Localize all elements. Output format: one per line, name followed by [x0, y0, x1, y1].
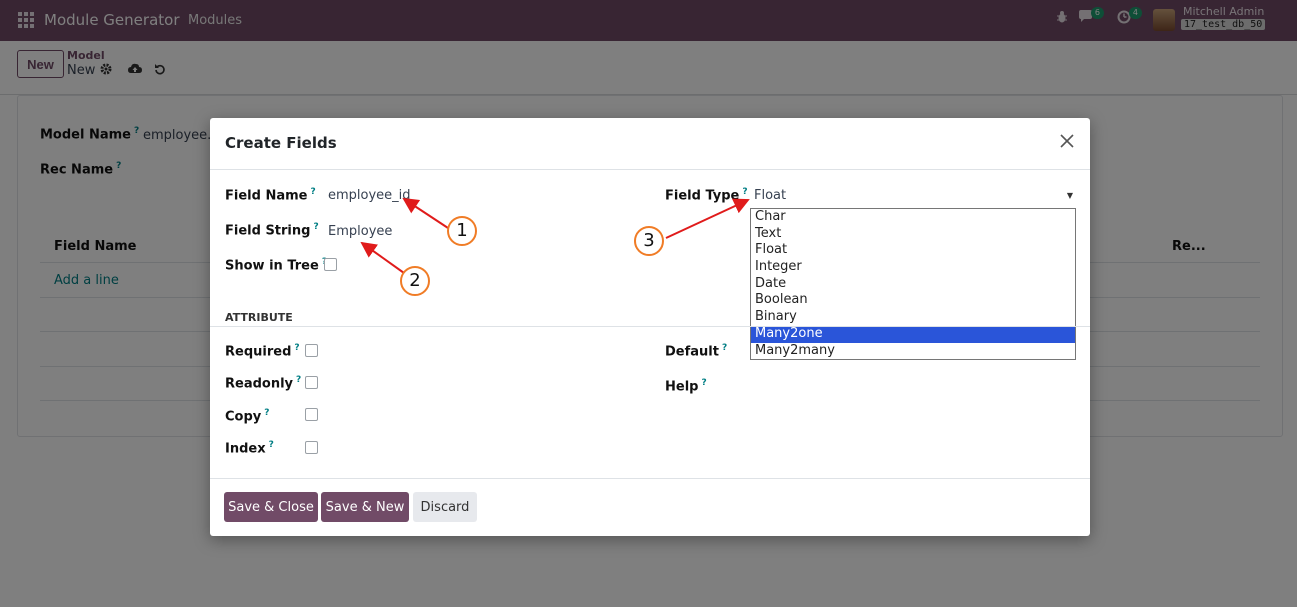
attribute-divider: [210, 326, 1090, 327]
show-in-tree-label: Show in Tree?: [225, 257, 327, 273]
help-marker: ?: [742, 187, 748, 197]
help-marker: ?: [268, 440, 274, 450]
annotation-marker-1: 1: [447, 216, 477, 246]
field-name-label: Field Name?: [225, 187, 316, 204]
readonly-label: Readonly?: [225, 375, 302, 392]
annotation-marker-2: 2: [400, 266, 430, 296]
help-marker: ?: [294, 343, 300, 353]
close-icon[interactable]: [1059, 132, 1075, 154]
dropdown-option-many2many[interactable]: Many2many: [751, 343, 1075, 360]
help-marker: ?: [264, 408, 270, 418]
dialog-title: Create Fields: [225, 134, 337, 152]
help-marker: ?: [296, 375, 302, 385]
field-type-label: Field Type?: [665, 187, 748, 204]
help-marker: ?: [313, 222, 319, 232]
index-checkbox[interactable]: [305, 441, 318, 454]
field-type-select[interactable]: Float ▼: [750, 187, 1076, 208]
dropdown-option-float[interactable]: Float: [751, 242, 1075, 259]
help-marker: ?: [701, 378, 707, 388]
required-checkbox[interactable]: [305, 344, 318, 357]
dropdown-option-char[interactable]: Char: [751, 209, 1075, 226]
index-label: Index?: [225, 440, 274, 457]
dropdown-option-binary[interactable]: Binary: [751, 309, 1075, 326]
readonly-checkbox[interactable]: [305, 376, 318, 389]
create-fields-dialog: Create Fields Field Name? employee_id Fi…: [210, 118, 1090, 536]
help-label: Help?: [665, 378, 707, 395]
field-name-input[interactable]: employee_id: [328, 188, 411, 203]
show-in-tree-checkbox[interactable]: [324, 258, 337, 271]
dropdown-option-many2one[interactable]: Many2one: [751, 325, 1075, 343]
dropdown-option-date[interactable]: Date: [751, 276, 1075, 293]
help-marker: ?: [721, 343, 728, 353]
copy-label: Copy?: [225, 408, 270, 425]
dropdown-option-boolean[interactable]: Boolean: [751, 292, 1075, 309]
footer-divider: [210, 478, 1090, 479]
field-string-label: Field String?: [225, 222, 319, 239]
annotation-marker-3: 3: [634, 226, 664, 256]
field-type-value: Float: [754, 188, 787, 203]
chevron-down-icon: ▼: [1066, 191, 1073, 200]
save-close-button[interactable]: Save & Close: [224, 492, 318, 522]
help-marker: ?: [310, 187, 316, 197]
dropdown-option-integer[interactable]: Integer: [751, 259, 1075, 276]
required-label: Required?: [225, 343, 300, 360]
discard-button[interactable]: Discard: [413, 492, 477, 522]
copy-checkbox[interactable]: [305, 408, 318, 421]
field-string-input[interactable]: Employee: [328, 224, 392, 239]
save-new-button[interactable]: Save & New: [321, 492, 409, 522]
field-type-dropdown: Char Text Float Integer Date Boolean Binary Man…: [750, 208, 1076, 361]
default-label: Default?: [665, 343, 728, 360]
attribute-section-header: ATTRIBUTE: [225, 311, 293, 324]
dropdown-option-text[interactable]: Text: [751, 226, 1075, 243]
dialog-header-divider: [210, 169, 1090, 170]
